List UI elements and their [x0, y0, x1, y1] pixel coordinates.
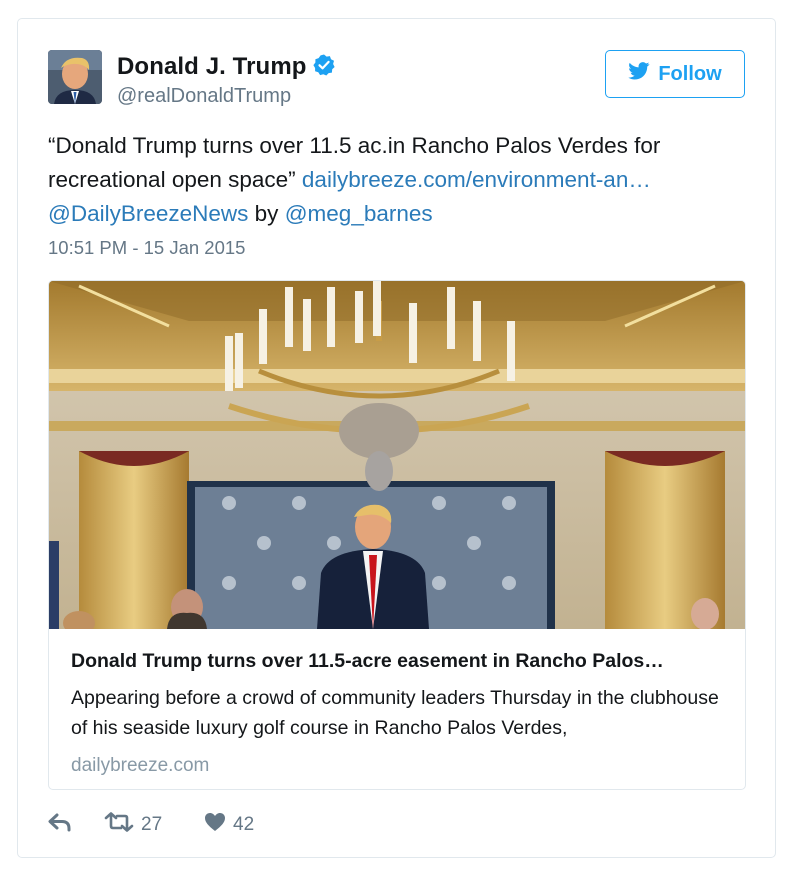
- retweet-icon: [104, 812, 134, 838]
- retweet-count: 27: [141, 814, 163, 835]
- follow-button[interactable]: Follow: [605, 50, 745, 98]
- reply-button[interactable]: [48, 812, 104, 838]
- by-text: by: [254, 201, 279, 226]
- mention-meg-barnes[interactable]: @meg_barnes: [285, 201, 433, 226]
- avatar[interactable]: [48, 50, 102, 104]
- mention-dailybreezenews[interactable]: @DailyBreezeNews: [48, 201, 248, 226]
- tweet-card: Donald J. Trump @realDonaldTrump Follow …: [17, 18, 776, 858]
- like-button[interactable]: 42: [204, 812, 254, 838]
- user-handle[interactable]: @realDonaldTrump: [117, 85, 291, 108]
- link-preview-card[interactable]: Donald Trump turns over 11.5-acre easeme…: [48, 280, 746, 790]
- tweet-link[interactable]: dailybreeze.com/environment-an…: [302, 167, 651, 192]
- follow-button-label: Follow: [658, 62, 722, 85]
- heart-icon: [204, 812, 226, 838]
- card-description: Appearing before a crowd of community le…: [71, 687, 719, 739]
- card-image[interactable]: [49, 281, 745, 635]
- user-name[interactable]: Donald J. Trump: [117, 53, 336, 84]
- tweet-actions: 27 42: [48, 811, 254, 839]
- card-title[interactable]: Donald Trump turns over 11.5-acre easeme…: [71, 650, 664, 673]
- tweet-text: “Donald Trump turns over 11.5 ac.in Ranc…: [48, 129, 748, 231]
- verified-badge-icon: [312, 53, 336, 84]
- tweet-timestamp[interactable]: 10:51 PM - 15 Jan 2015: [48, 237, 245, 259]
- twitter-bird-icon: [628, 62, 650, 86]
- retweet-button[interactable]: 27: [104, 812, 204, 838]
- like-count: 42: [233, 814, 255, 835]
- user-name-text[interactable]: Donald J. Trump: [117, 53, 307, 80]
- card-domain: dailybreeze.com: [71, 755, 210, 776]
- reply-icon: [48, 812, 72, 838]
